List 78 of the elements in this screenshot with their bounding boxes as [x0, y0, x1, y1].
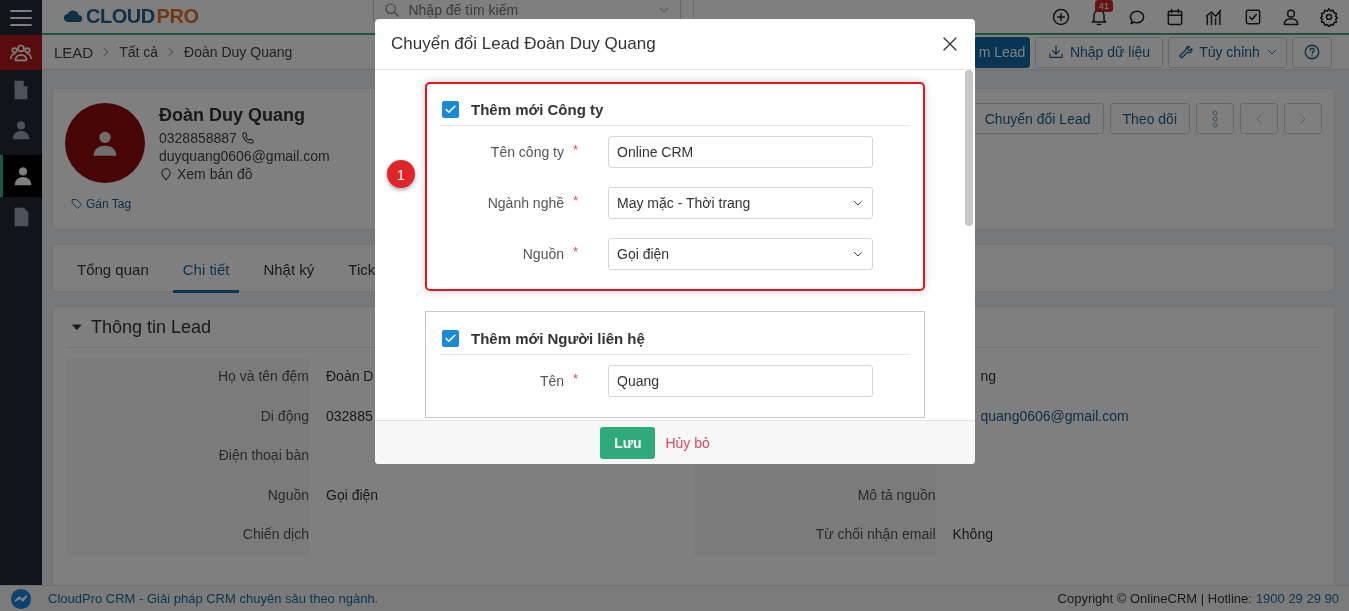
- tab[interactable]: Nhật ký: [253, 245, 325, 293]
- notification-count: 41: [1095, 0, 1113, 12]
- lead-name: Đoàn Duy Quang: [159, 105, 306, 126]
- breadcrumb-link[interactable]: Đoàn Duy Quang: [184, 44, 293, 60]
- select-field[interactable]: May mặc - Thời trang: [608, 187, 873, 219]
- action-button[interactable]: Theo dõi: [1109, 103, 1190, 134]
- sidebar-item[interactable]: [0, 35, 42, 70]
- section-title: Thêm mới Công ty: [471, 100, 604, 118]
- sidebar-item[interactable]: [0, 155, 42, 197]
- phone-icon: [240, 131, 255, 145]
- add-lead-button[interactable]: m Lead: [974, 36, 1030, 68]
- import-button[interactable]: Nhập dữ liệu: [1035, 36, 1163, 68]
- person-icon: [10, 119, 32, 141]
- section-title: Thêm mới Người liên hệ: [471, 329, 645, 347]
- cancel-link[interactable]: Hủy bỏ: [665, 434, 710, 451]
- field-value: Gọi điện: [326, 486, 379, 503]
- calendar-icon: [1165, 6, 1185, 27]
- field-label: Tên: [538, 372, 564, 389]
- gear-icon: [1319, 6, 1339, 27]
- breadcrumb-link[interactable]: LEAD: [54, 43, 94, 61]
- close-button[interactable]: [941, 35, 959, 53]
- customize-button[interactable]: Tùy chỉnh: [1168, 36, 1287, 68]
- search-input[interactable]: Nhập để tìm kiếm: [408, 2, 651, 18]
- search-field[interactable]: Nhập để tìm kiếm: [373, 0, 682, 23]
- search-icon: [384, 2, 401, 18]
- field-label: Di động: [260, 407, 309, 424]
- email-link[interactable]: quang0606@gmail.com: [980, 407, 1129, 424]
- email-address: duyquang0606@gmail.com: [159, 148, 330, 164]
- select-field[interactable]: Gọi điện: [608, 238, 873, 270]
- map-link[interactable]: Xem bản đồ: [177, 166, 253, 182]
- required-mark: *: [572, 192, 580, 208]
- field-label: Nguồn: [521, 245, 564, 262]
- checkbox[interactable]: [442, 329, 459, 347]
- field-label: Tên công ty: [489, 143, 564, 160]
- required-mark: *: [572, 243, 580, 259]
- input-field[interactable]: Quang: [608, 365, 873, 397]
- field-label: Họ và tên đệm: [217, 368, 309, 384]
- tab[interactable]: Chi tiết: [172, 245, 240, 293]
- close-icon: [941, 35, 959, 53]
- add-button[interactable]: [1051, 6, 1071, 27]
- logo-text: CLOUDPRO: [86, 5, 199, 28]
- checkbox[interactable]: [442, 100, 459, 118]
- help-button[interactable]: [1292, 36, 1332, 68]
- footer-tagline: CloudPro CRM - Giải pháp CRM chuyên sâu theo ngành.: [48, 591, 379, 606]
- required-mark: *: [572, 141, 580, 157]
- plus-circle-icon: [1051, 6, 1071, 27]
- check-icon: [444, 331, 457, 345]
- copyright-text: Copyright © OnlineCRM | Hotline:: [1057, 591, 1252, 606]
- input-field[interactable]: Online CRM: [608, 136, 873, 168]
- field-label: Từ chối nhận email: [815, 526, 936, 542]
- save-button[interactable]: Lưu: [600, 426, 656, 459]
- field-value: ng: [980, 368, 997, 384]
- tab[interactable]: Tick: [338, 245, 386, 293]
- section-title: Thông tin Lead: [91, 316, 212, 338]
- settings-button[interactable]: [1319, 6, 1339, 27]
- step-badge: 1: [387, 160, 415, 188]
- map-pin-icon: [159, 166, 173, 182]
- tag-icon: [71, 198, 83, 210]
- dialog-title: Chuyển đổi Lead Đoàn Duy Quang: [391, 34, 656, 54]
- help-icon: [1303, 43, 1321, 61]
- check-icon: [444, 102, 457, 116]
- calendar-button[interactable]: [1165, 6, 1185, 27]
- phone-number: 0328858887: [159, 130, 237, 146]
- download-icon: [1047, 44, 1064, 60]
- add-tag-link[interactable]: Gán Tag: [71, 197, 330, 211]
- tab[interactable]: Tổng quan: [67, 245, 159, 293]
- field-value: Đoàn D: [326, 368, 374, 384]
- hotline-link[interactable]: 1900 29 29 90: [1255, 591, 1339, 606]
- field-label: Ngành nghề: [486, 194, 564, 211]
- field-label: Nguồn: [267, 486, 309, 503]
- field-label: Điện thoại bàn: [218, 447, 309, 463]
- field-label: Chiến dịch: [242, 526, 309, 542]
- required-mark: *: [572, 370, 580, 386]
- breadcrumb-link[interactable]: Tất cả: [119, 44, 159, 60]
- field-label: Mô tả nguồn: [857, 486, 936, 503]
- wrench-icon: [1177, 44, 1194, 60]
- field-value: 032885: [326, 407, 373, 424]
- more-icon: [1211, 109, 1219, 128]
